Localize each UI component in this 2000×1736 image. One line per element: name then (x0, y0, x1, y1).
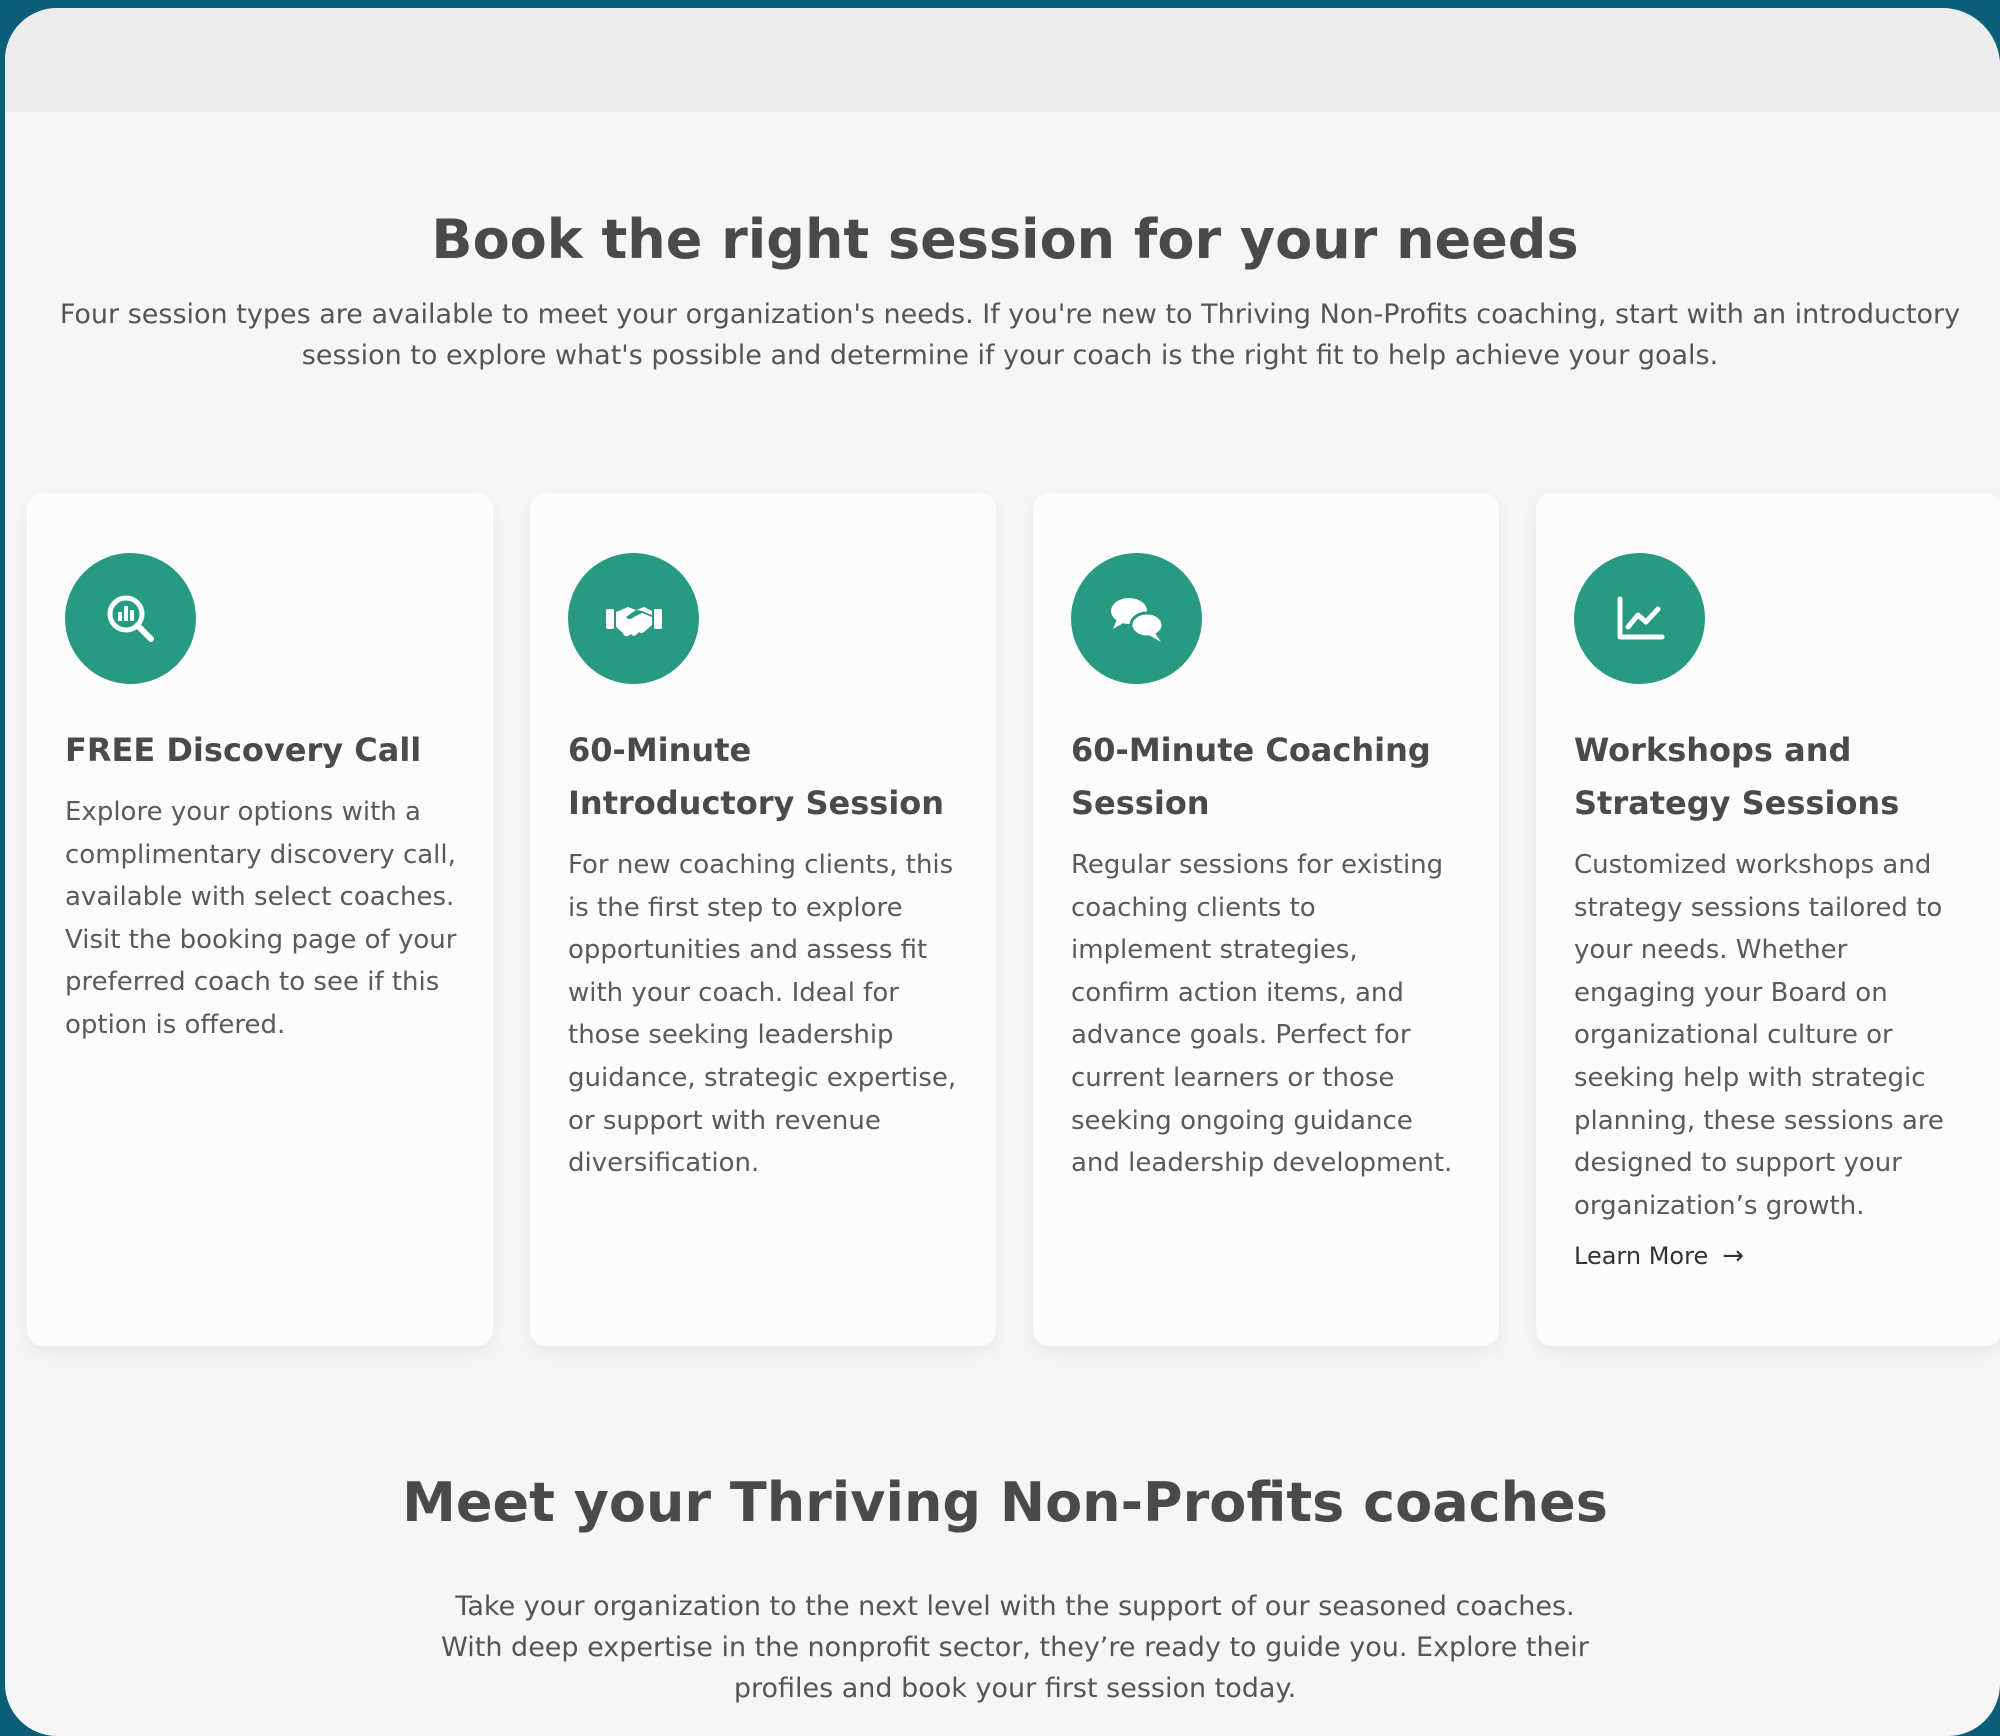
coaches-section-title: Meet your Thriving Non-Profits coaches (402, 1471, 1608, 1534)
arrow-right-icon: → (1722, 1241, 1744, 1272)
session-card-discovery-call: FREE Discovery Call Explore your options… (27, 493, 493, 1346)
session-card-coaching: 60-Minute Coaching Session Regular sessi… (1033, 493, 1499, 1346)
card-title: 60-Minute Coaching Session (1071, 731, 1431, 822)
page-frame: Book the right session for your needs Fo… (5, 8, 2000, 1736)
top-banner-strip (5, 8, 2000, 112)
handshake-icon (568, 553, 699, 684)
card-description: Explore your options with a complimentar… (65, 797, 457, 1040)
card-title: Workshops and Strategy Sessions (1574, 731, 1900, 822)
learn-more-link[interactable]: Learn More → (1574, 1241, 1744, 1271)
sessions-section-title: Book the right session for your needs (431, 208, 1579, 271)
learn-more-label: Learn More (1574, 1242, 1709, 1271)
card-description: Regular sessions for existing coaching c… (1071, 850, 1453, 1179)
chat-bubbles-icon (1071, 553, 1202, 684)
session-cards: FREE Discovery Call Explore your options… (27, 493, 2000, 1348)
card-description: Customized workshops and strategy sessio… (1574, 850, 1944, 1221)
session-card-introductory: 60-Minute Introductory Session For new c… (530, 493, 996, 1346)
card-title: FREE Discovery Call (65, 731, 422, 769)
sessions-section-intro: Four session types are available to meet… (59, 299, 1961, 371)
search-chart-icon (65, 553, 196, 684)
card-description: For new coaching clients, this is the fi… (568, 850, 957, 1179)
card-title: 60-Minute Introductory Session (568, 731, 945, 822)
coaches-section-intro: Take your organization to the next level… (441, 1591, 1589, 1704)
session-card-workshops: Workshops and Strategy Sessions Customiz… (1536, 493, 2000, 1346)
line-chart-icon (1574, 553, 1705, 684)
